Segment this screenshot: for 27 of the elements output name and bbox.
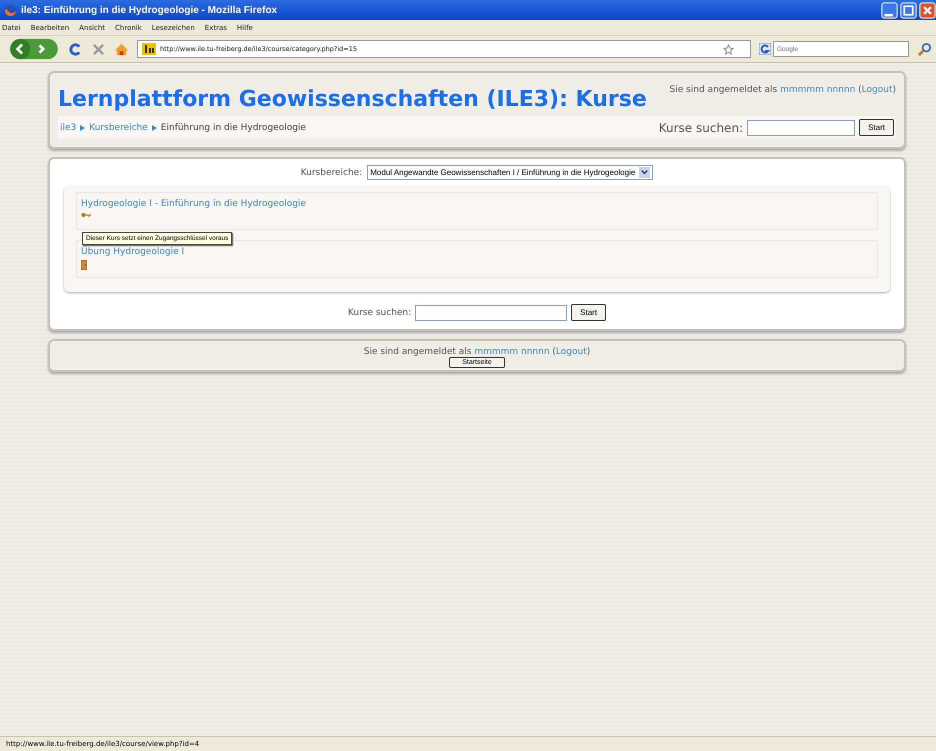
- page-title: Lernplattform Geowissenschaften (ILE3): Kurse: [58, 87, 647, 112]
- site-favicon-icon: [142, 43, 156, 55]
- reload-icon[interactable]: [68, 42, 83, 56]
- minimize-button[interactable]: [881, 2, 898, 18]
- category-label: Kursbereiche:: [300, 168, 362, 178]
- breadcrumb-separator-icon: [152, 124, 157, 130]
- maximize-button[interactable]: [900, 2, 917, 18]
- google-g-icon[interactable]: [759, 43, 771, 55]
- start-button[interactable]: Start: [859, 119, 894, 136]
- start-button[interactable]: Start: [571, 304, 606, 321]
- breadcrumb-current: Einführung in die Hydrogeologie: [160, 122, 306, 132]
- search-field[interactable]: [747, 120, 856, 136]
- star-icon[interactable]: [723, 44, 734, 54]
- login-info: Sie sind angemeldet als mmmmm nnnnn (Logout): [364, 347, 590, 357]
- search-label: Kurse suchen:: [348, 308, 412, 318]
- breadcrumb-separator-icon: [80, 124, 86, 130]
- window-title: ile3: Einführung in die Hydrogeologie - Mozilla Firefox: [21, 4, 278, 16]
- search-label: Kurse suchen:: [658, 120, 744, 134]
- fox-globe-icon: [4, 4, 17, 16]
- category-dropdown[interactable]: Modul Angewandte Geowissenschaften I / Einführung in die Hydrogeologie: [367, 165, 654, 180]
- login-info: Sie sind angemeldet als mmmmm nnnnn (Logout): [670, 85, 896, 95]
- close-button[interactable]: [919, 2, 936, 18]
- key-icon: [81, 212, 91, 218]
- search-icon[interactable]: [917, 42, 932, 56]
- home-icon[interactable]: [114, 42, 129, 56]
- search-field[interactable]: [415, 304, 568, 320]
- door-icon: [81, 260, 87, 270]
